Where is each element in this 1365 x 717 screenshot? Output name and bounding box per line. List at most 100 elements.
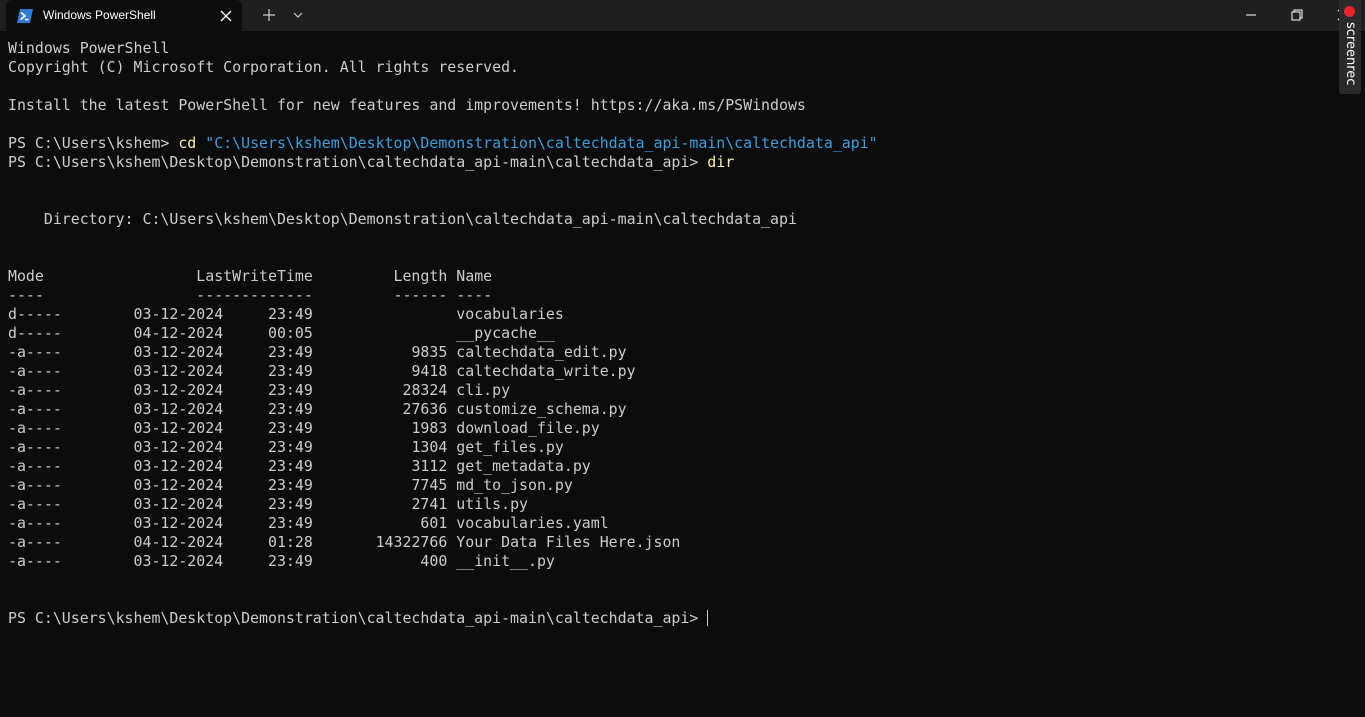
row-name: caltechdata_write.py — [447, 362, 636, 380]
command-argument: "C:\Users\kshem\Desktop\Demonstration\ca… — [205, 134, 878, 152]
table-row[interactable]: -a---- 03-12-2024 23:49 9835 caltechdata… — [8, 343, 1333, 362]
row-time: 23:49 — [223, 514, 313, 532]
table-row[interactable]: -a---- 03-12-2024 23:49 27636 customize_… — [8, 400, 1333, 419]
header-underline: ------------- — [196, 286, 313, 304]
table-row[interactable]: -a---- 03-12-2024 23:49 9418 caltechdata… — [8, 362, 1333, 381]
row-length — [313, 324, 447, 342]
table-row[interactable]: -a---- 03-12-2024 23:49 400 __init__.py — [8, 552, 1333, 571]
title-bar: Windows PowerShell — [0, 0, 1365, 31]
row-length — [313, 305, 447, 323]
row-name: download_file.py — [447, 419, 600, 437]
banner-line — [8, 77, 1333, 96]
row-length: 28324 — [312, 381, 448, 399]
row-date: 03-12-2024 — [133, 457, 224, 475]
row-length: 7745 — [312, 476, 448, 494]
row-mode: -a---- — [8, 457, 134, 475]
table-row[interactable]: -a---- 03-12-2024 23:49 7745 md_to_json.… — [8, 476, 1333, 495]
table-header-row: Mode LastWriteTime Length Name — [8, 267, 1333, 286]
table-row[interactable]: -a---- 03-12-2024 23:49 2741 utils.py — [8, 495, 1333, 514]
row-date: 04-12-2024 — [133, 533, 224, 551]
row-name: __pycache__ — [447, 324, 555, 342]
row-length: 400 — [312, 552, 448, 570]
table-header-underline-row: ---- ------------- ------ ---- — [8, 286, 1333, 305]
row-length: 1304 — [312, 438, 448, 456]
minimize-button[interactable] — [1228, 0, 1274, 31]
row-mode: -a---- — [8, 533, 134, 551]
row-length: 3112 — [312, 457, 448, 475]
row-length: 2741 — [312, 495, 448, 513]
row-mode: -a---- — [8, 552, 134, 570]
row-mode: -a---- — [8, 514, 134, 532]
row-length: 9418 — [312, 362, 448, 380]
banner-text: Windows PowerShell — [8, 39, 170, 57]
screenrec-overlay[interactable]: screenrec — [1339, 0, 1361, 94]
directory-path: Directory: C:\Users\kshem\Desktop\Demons… — [8, 210, 797, 228]
maximize-button[interactable] — [1274, 0, 1320, 31]
row-time: 23:49 — [223, 400, 313, 418]
row-length: 14322766 — [312, 533, 448, 551]
row-mode: d----- — [8, 305, 134, 323]
row-date: 03-12-2024 — [133, 381, 224, 399]
row-mode: -a---- — [8, 476, 134, 494]
table-row[interactable]: -a---- 03-12-2024 23:49 1983 download_fi… — [8, 419, 1333, 438]
new-tab-icon[interactable] — [260, 6, 278, 24]
prompt: PS C:\Users\kshem\Desktop\Demonstration\… — [8, 153, 708, 171]
row-time: 23:49 — [223, 438, 313, 456]
row-name: caltechdata_edit.py — [447, 343, 627, 361]
table-row[interactable]: -a---- 04-12-2024 01:28 14322766 Your Da… — [8, 533, 1333, 552]
header-underline: ------ — [312, 286, 448, 304]
table-row[interactable]: d----- 03-12-2024 23:49 vocabularies — [8, 305, 1333, 324]
close-tab-icon[interactable] — [218, 8, 234, 24]
command-line: PS C:\Users\kshem> cd "C:\Users\kshem\De… — [8, 134, 1333, 153]
row-date: 03-12-2024 — [133, 552, 224, 570]
tab-windows-powershell[interactable]: Windows PowerShell — [6, 0, 242, 31]
row-length: 601 — [312, 514, 448, 532]
command-name: cd — [178, 134, 197, 152]
banner-line: Copyright (C) Microsoft Corporation. All… — [8, 58, 1333, 77]
directory-line: Directory: C:\Users\kshem\Desktop\Demons… — [8, 210, 1333, 229]
terminal-output[interactable]: Windows PowerShell Copyright (C) Microsof… — [8, 39, 1333, 628]
text-cursor — [707, 610, 709, 626]
prompt-line[interactable]: PS C:\Users\kshem\Desktop\Demonstration\… — [8, 609, 1333, 628]
table-row[interactable]: d----- 04-12-2024 00:05 __pycache__ — [8, 324, 1333, 343]
row-time: 23:49 — [223, 305, 313, 323]
row-mode: -a---- — [8, 343, 134, 361]
header-lastwritetime: LastWriteTime — [196, 267, 313, 285]
header-underline: ---- — [8, 286, 197, 304]
row-date: 03-12-2024 — [133, 419, 224, 437]
row-date: 03-12-2024 — [133, 343, 224, 361]
chevron-down-icon[interactable] — [289, 6, 307, 24]
minimize-icon — [1246, 14, 1256, 16]
banner-line: Windows PowerShell — [8, 39, 1333, 58]
row-mode: -a---- — [8, 362, 134, 380]
header-mode: Mode — [8, 267, 197, 285]
screenrec-label: screenrec — [1343, 22, 1358, 86]
row-mode: -a---- — [8, 381, 134, 399]
row-time: 23:49 — [223, 343, 313, 361]
row-name: vocabularies.yaml — [447, 514, 609, 532]
row-name: get_files.py — [447, 438, 564, 456]
row-time: 23:49 — [223, 552, 313, 570]
powershell-icon — [17, 8, 33, 23]
row-time: 23:49 — [223, 381, 313, 399]
table-row[interactable]: -a---- 03-12-2024 23:49 1304 get_files.p… — [8, 438, 1333, 457]
row-length: 1983 — [312, 419, 448, 437]
table-row[interactable]: -a---- 03-12-2024 23:49 601 vocabularies… — [8, 514, 1333, 533]
record-icon[interactable] — [1344, 6, 1355, 17]
row-date: 04-12-2024 — [133, 324, 224, 342]
row-length: 27636 — [312, 400, 448, 418]
row-date: 03-12-2024 — [133, 305, 224, 323]
header-length: Length — [312, 267, 448, 285]
table-row[interactable]: -a---- 03-12-2024 23:49 3112 get_metadat… — [8, 457, 1333, 476]
row-name: get_metadata.py — [447, 457, 591, 475]
row-mode: -a---- — [8, 419, 134, 437]
row-date: 03-12-2024 — [133, 514, 224, 532]
restore-icon — [1291, 9, 1303, 21]
header-underline: ---- — [447, 286, 493, 304]
table-row[interactable]: -a---- 03-12-2024 23:49 28324 cli.py — [8, 381, 1333, 400]
